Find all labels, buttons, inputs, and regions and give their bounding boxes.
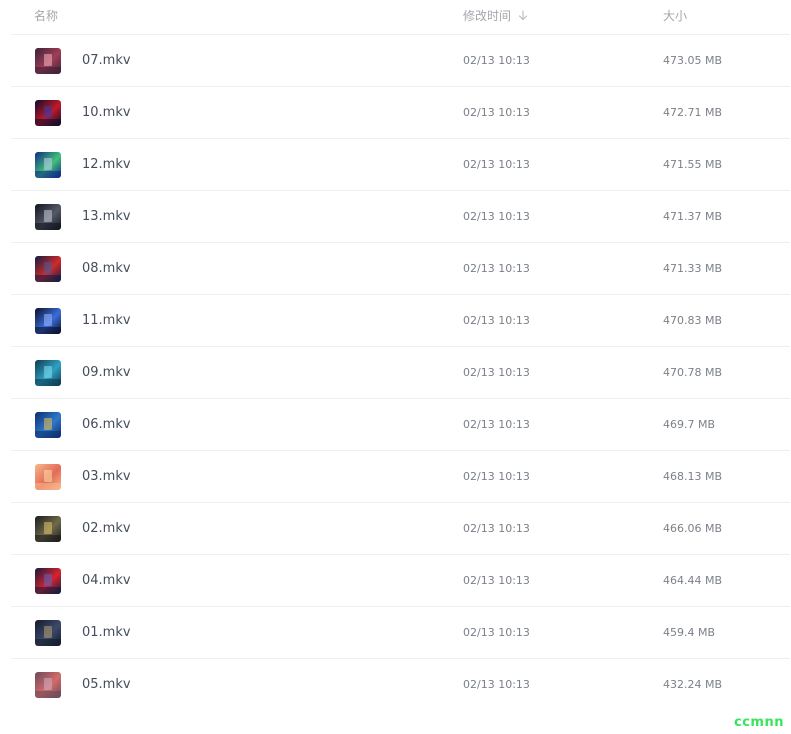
file-name[interactable]: 01.mkv xyxy=(82,625,131,641)
file-size: 459.4 MB xyxy=(663,626,716,639)
file-size: 471.55 MB xyxy=(663,158,723,171)
column-header-size[interactable]: 大小 xyxy=(663,9,687,23)
video-thumbnail-icon xyxy=(35,672,61,698)
file-name[interactable]: 06.mkv xyxy=(82,417,131,433)
file-size: 470.78 MB xyxy=(663,366,723,379)
file-row[interactable]: 09.mkv 02/13 10:13 470.78 MB xyxy=(11,347,790,399)
file-modified-time: 02/13 10:13 xyxy=(463,54,530,67)
file-size: 432.24 MB xyxy=(663,678,723,691)
file-name[interactable]: 10.mkv xyxy=(82,105,131,121)
arrow-down-icon[interactable] xyxy=(518,10,528,21)
video-thumbnail-icon xyxy=(35,568,61,594)
file-name[interactable]: 07.mkv xyxy=(82,53,131,69)
video-thumbnail-icon xyxy=(35,464,61,490)
file-row[interactable]: 12.mkv 02/13 10:13 471.55 MB xyxy=(11,139,790,191)
column-header-modified[interactable]: 修改时间 xyxy=(463,9,528,23)
file-modified-time: 02/13 10:13 xyxy=(463,626,530,639)
file-modified-time: 02/13 10:13 xyxy=(463,418,530,431)
file-modified-time: 02/13 10:13 xyxy=(463,366,530,379)
file-name[interactable]: 11.mkv xyxy=(82,313,131,329)
video-thumbnail-icon xyxy=(35,516,61,542)
file-row[interactable]: 11.mkv 02/13 10:13 470.83 MB xyxy=(11,295,790,347)
file-size: 472.71 MB xyxy=(663,106,723,119)
video-thumbnail-icon xyxy=(35,412,61,438)
file-size: 464.44 MB xyxy=(663,574,723,587)
file-name[interactable]: 13.mkv xyxy=(82,209,131,225)
file-modified-time: 02/13 10:13 xyxy=(463,210,530,223)
file-modified-time: 02/13 10:13 xyxy=(463,106,530,119)
file-list: 07.mkv 02/13 10:13 473.05 MB 10.mkv 02/13 10… xyxy=(11,35,790,710)
file-name[interactable]: 12.mkv xyxy=(82,157,131,173)
file-modified-time: 02/13 10:13 xyxy=(463,314,530,327)
video-thumbnail-icon xyxy=(35,360,61,386)
file-row[interactable]: 10.mkv 02/13 10:13 472.71 MB xyxy=(11,87,790,139)
column-header-name-label: 名称 xyxy=(34,9,59,23)
file-size: 473.05 MB xyxy=(663,54,723,67)
file-row[interactable]: 05.mkv 02/13 10:13 432.24 MB xyxy=(11,659,790,710)
file-list-page: 名称 修改时间 大小 07.mkv 02/13 10:13 473.05 MB 10.… xyxy=(0,0,791,734)
file-name[interactable]: 05.mkv xyxy=(82,677,131,693)
file-size: 471.37 MB xyxy=(663,210,723,223)
video-thumbnail-icon xyxy=(35,256,61,282)
video-thumbnail-icon xyxy=(35,620,61,646)
file-size: 466.06 MB xyxy=(663,522,723,535)
column-header-modified-label: 修改时间 xyxy=(463,9,512,23)
file-size: 470.83 MB xyxy=(663,314,723,327)
file-name[interactable]: 03.mkv xyxy=(82,469,131,485)
column-header-name[interactable]: 名称 xyxy=(34,9,58,23)
video-thumbnail-icon xyxy=(35,100,61,126)
file-size: 468.13 MB xyxy=(663,470,723,483)
file-row[interactable]: 01.mkv 02/13 10:13 459.4 MB xyxy=(11,607,790,659)
file-size: 469.7 MB xyxy=(663,418,716,431)
file-modified-time: 02/13 10:13 xyxy=(463,678,530,691)
file-modified-time: 02/13 10:13 xyxy=(463,574,530,587)
file-name[interactable]: 08.mkv xyxy=(82,261,131,277)
video-thumbnail-icon xyxy=(35,152,61,178)
file-modified-time: 02/13 10:13 xyxy=(463,262,530,275)
file-row[interactable]: 08.mkv 02/13 10:13 471.33 MB xyxy=(11,243,790,295)
file-name[interactable]: 02.mkv xyxy=(82,521,131,537)
file-modified-time: 02/13 10:13 xyxy=(463,522,530,535)
file-row[interactable]: 13.mkv 02/13 10:13 471.37 MB xyxy=(11,191,790,243)
file-modified-time: 02/13 10:13 xyxy=(463,158,530,171)
file-row[interactable]: 06.mkv 02/13 10:13 469.7 MB xyxy=(11,399,790,451)
file-name[interactable]: 04.mkv xyxy=(82,573,131,589)
file-row[interactable]: 02.mkv 02/13 10:13 466.06 MB xyxy=(11,503,790,555)
file-size: 471.33 MB xyxy=(663,262,723,275)
column-header-size-label: 大小 xyxy=(663,9,688,23)
file-row[interactable]: 07.mkv 02/13 10:13 473.05 MB xyxy=(11,35,790,87)
video-thumbnail-icon xyxy=(35,204,61,230)
video-thumbnail-icon xyxy=(35,48,61,74)
file-name[interactable]: 09.mkv xyxy=(82,365,131,381)
video-thumbnail-icon xyxy=(35,308,61,334)
watermark-text: ccmnn xyxy=(734,715,784,730)
file-modified-time: 02/13 10:13 xyxy=(463,470,530,483)
list-header: 名称 修改时间 大小 xyxy=(0,0,791,35)
file-row[interactable]: 04.mkv 02/13 10:13 464.44 MB xyxy=(11,555,790,607)
file-row[interactable]: 03.mkv 02/13 10:13 468.13 MB xyxy=(11,451,790,503)
